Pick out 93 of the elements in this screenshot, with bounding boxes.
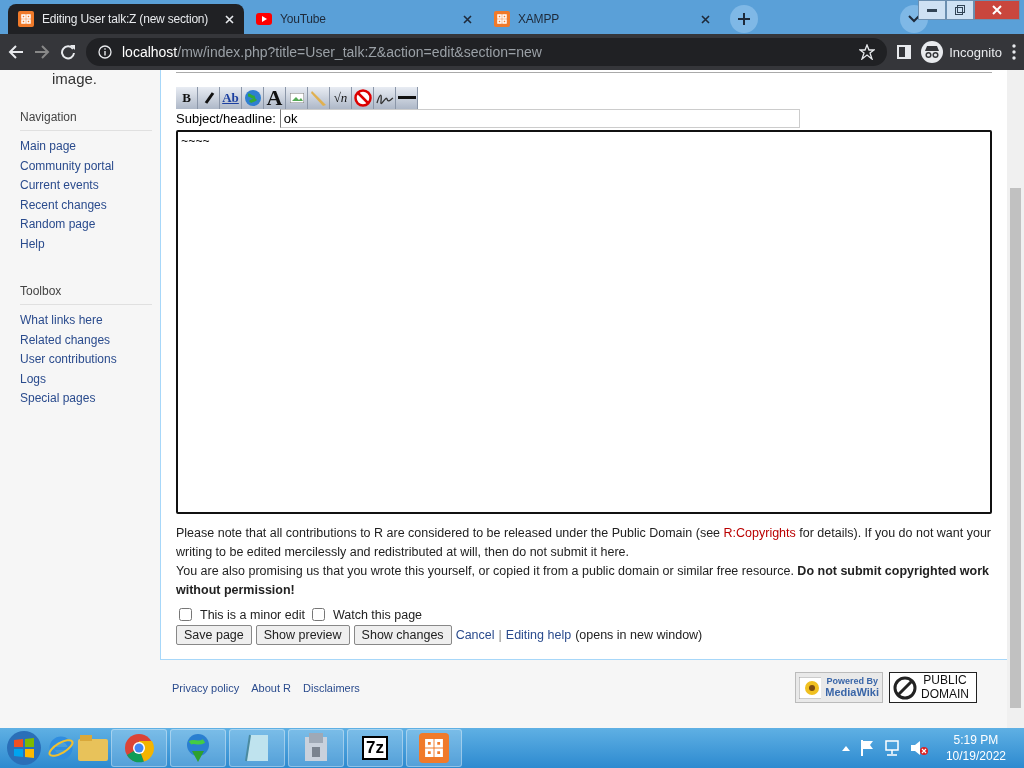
notepad-icon[interactable] <box>244 733 270 763</box>
incognito-badge[interactable]: Incognito <box>921 41 1002 63</box>
url-text: localhost/mw/index.php?title=User_talk:Z&action=edit&section=new <box>122 44 543 60</box>
tab-title: YouTube <box>280 12 327 26</box>
new-tab-button[interactable] <box>730 5 758 33</box>
browser-tab[interactable]: XAMPP <box>484 4 720 34</box>
side-panel-icon[interactable] <box>897 45 912 59</box>
globe-icon[interactable] <box>243 89 262 107</box>
footer-link[interactable]: Disclaimers <box>303 681 360 694</box>
chrome-icon[interactable] <box>124 733 154 763</box>
sidebar-link[interactable]: Community portal <box>20 156 152 176</box>
separator: | <box>498 628 502 642</box>
caret-up-icon[interactable] <box>841 745 850 751</box>
incognito-icon <box>921 41 944 63</box>
checkbox-label[interactable]: This is a minor edit <box>200 608 305 622</box>
changes-button[interactable]: Show changes <box>353 625 452 645</box>
help-note: (opens in new window) <box>575 628 703 642</box>
link-button[interactable]: Ab <box>220 87 242 109</box>
xampp-icon <box>18 11 34 27</box>
copyright-notice: Please note that all contributions to R are considered to be released under the Public Domain (see R:Copyrights for details). If you do not want your writing to be edited mercilessly and redistributed at will, then do not submit it here. <box>176 525 992 561</box>
permission-notice: You are also promising us that you wrote this yourself, or copied it from a public domain or similar free resource. Do not submit copyrighted work without permission! <box>176 563 991 599</box>
sidebar-link[interactable]: What links here <box>20 311 152 331</box>
taskbar-button[interactable] <box>229 729 285 767</box>
save-button[interactable]: Save page <box>176 625 252 645</box>
minimize-icon <box>927 8 937 12</box>
cancel-link[interactable]: Cancel <box>455 628 495 642</box>
tab-title: Editing User talk:Z (new section) <box>42 12 210 26</box>
subject-field[interactable]: ok <box>279 109 800 129</box>
footer-link[interactable]: Privacy policy <box>172 681 240 694</box>
address-bar[interactable]: localhost/mw/index.php?title=User_talk:Z&action=edit&section=new <box>86 38 888 66</box>
network-icon[interactable] <box>883 740 900 756</box>
xampp-icon <box>494 11 510 27</box>
plus-icon <box>737 12 751 26</box>
editing-help-link[interactable]: Editing help <box>505 628 572 642</box>
sidebar-link[interactable]: Recent changes <box>20 195 152 215</box>
footer-link[interactable]: About R <box>251 681 291 694</box>
taskbar-button[interactable] <box>406 729 462 767</box>
taskbar-button[interactable]: 7z <box>347 729 403 767</box>
back-icon[interactable] <box>8 44 24 60</box>
sidebar-link[interactable]: User contributions <box>20 350 152 370</box>
reload-icon[interactable] <box>60 44 76 60</box>
chevron-down-icon <box>908 15 920 23</box>
internet-explorer-icon[interactable] <box>47 734 75 762</box>
restore-icon <box>955 5 965 15</box>
star-icon[interactable] <box>859 44 876 60</box>
horizontal-line-icon[interactable] <box>397 96 416 100</box>
checkbox[interactable] <box>311 608 325 622</box>
portlet-heading: Navigation <box>20 110 152 131</box>
page-text: image. <box>52 70 98 88</box>
taskbar-button[interactable] <box>170 729 226 767</box>
sidebar-link[interactable]: Help <box>20 234 152 254</box>
italic-icon[interactable] <box>202 92 215 104</box>
7zip-icon[interactable]: 7z <box>362 736 388 760</box>
edit-textarea[interactable]: ~~~~ <box>176 129 992 514</box>
sidebar-link[interactable]: Special pages <box>20 389 152 409</box>
sunflower-icon <box>799 676 822 699</box>
muted-speaker-icon[interactable] <box>909 740 928 756</box>
checkbox-label[interactable]: Watch this page <box>332 608 423 622</box>
close-icon <box>992 5 1002 15</box>
sidebar-link[interactable]: Random page <box>20 215 152 235</box>
mediawiki-badge[interactable]: Powered By MediaWiki <box>795 672 883 703</box>
public-domain-badge[interactable]: PUBLIC DOMAIN <box>889 672 977 703</box>
scrollbar[interactable] <box>1007 70 1024 728</box>
windows-start-icon[interactable] <box>4 730 44 766</box>
browser-tab[interactable]: Editing User talk:Z (new section) <box>8 4 244 34</box>
menu-icon[interactable] <box>1012 44 1016 60</box>
minimize-button[interactable] <box>918 0 946 20</box>
close-button[interactable] <box>974 0 1020 20</box>
preview-button[interactable]: Show preview <box>255 625 350 645</box>
browser-tab[interactable]: YouTube <box>246 4 482 34</box>
no-copyright-icon <box>893 675 917 700</box>
taskbar-button[interactable] <box>111 729 167 767</box>
tab-title: XAMPP <box>518 12 560 26</box>
image-icon[interactable] <box>289 93 304 103</box>
sidebar-link[interactable]: Logs <box>20 369 152 389</box>
youtube-icon <box>256 13 272 25</box>
flag-icon[interactable] <box>859 740 874 756</box>
headline-button[interactable]: A <box>264 87 286 109</box>
sidebar-link[interactable]: Main page <box>20 137 152 157</box>
taskbar-button[interactable] <box>288 729 344 767</box>
no-sign-icon[interactable] <box>353 89 372 107</box>
sidebar-link[interactable]: Current events <box>20 176 152 196</box>
restore-button[interactable] <box>946 0 974 20</box>
xampp-icon <box>419 733 449 763</box>
subject-label: Subject/headline: <box>176 111 276 127</box>
math-button[interactable]: √n <box>330 87 352 109</box>
forward-icon[interactable] <box>34 44 50 60</box>
bold-button[interactable]: B <box>176 87 198 109</box>
info-icon[interactable] <box>98 45 112 59</box>
checkbox[interactable] <box>179 608 192 622</box>
sidebar-link[interactable]: Related changes <box>20 330 152 350</box>
portlet-heading: Toolbox <box>20 284 152 305</box>
copyrights-link[interactable]: R:Copyrights <box>723 526 796 540</box>
